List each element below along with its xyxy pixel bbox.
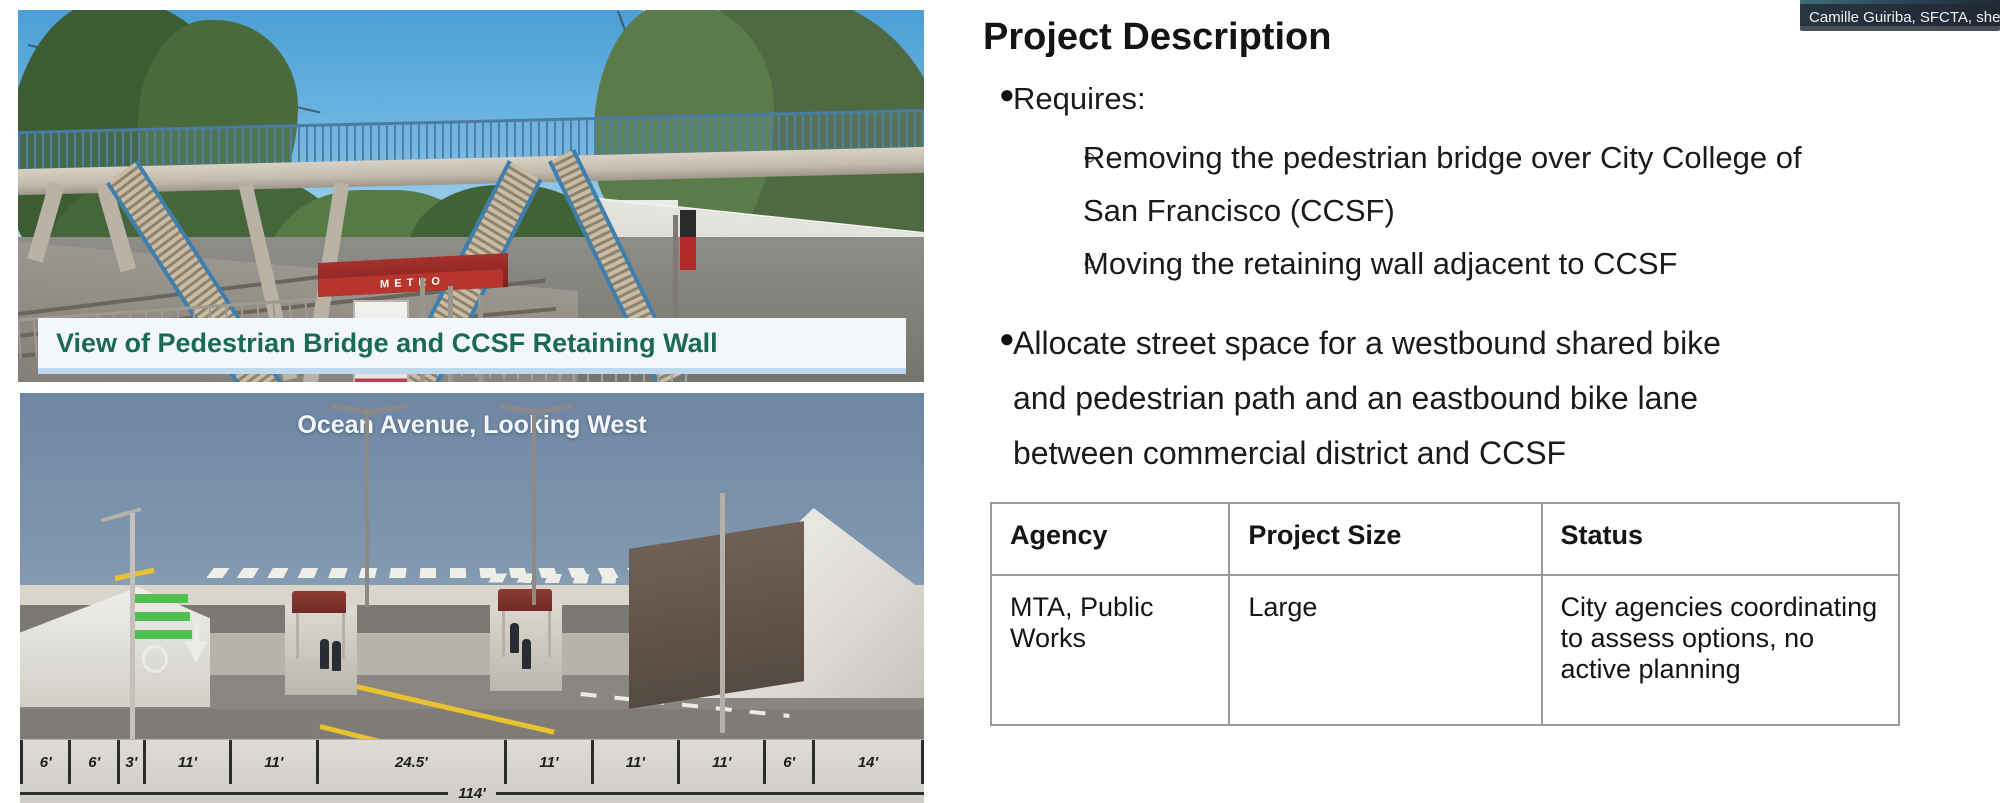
green-bike-marking [134,630,192,639]
slide-canvas: M E T R O View of Pedestrian Bridge and … [0,0,2000,803]
transit-shelter-roof [498,589,552,611]
table-header-row: Agency Project Size Status [989,502,1900,576]
pedestrian-figure [522,639,531,669]
cell-status: City agencies coordinating to assess opt… [1540,574,1900,726]
street-banner [680,210,696,270]
dimension-tick: 6' [71,740,120,784]
sub-bullet-glyph: ○ [1083,252,1096,275]
bullet-glyph: ● [999,323,1015,353]
table-row: MTA, Public Works Large City agencies co… [989,574,1900,726]
table-head: Agency Project Size Status [989,502,1900,576]
dimension-tick: 24.5' [319,740,508,784]
cell-project-size: Large [1228,574,1543,726]
sub-bullet-glyph: ○ [1083,146,1096,169]
direction-arrow-stem [194,623,199,645]
streetlight-pole [532,409,536,605]
column-header-status: Status [1540,502,1900,576]
shelter-post [548,609,551,657]
pedestrian-figure [332,641,341,671]
dimension-tick: 11' [594,740,681,784]
sub-bullet-item: ○ Removing the pedestrian bridge over Ci… [983,131,1983,237]
total-width-label: 114' [458,784,486,802]
total-width-row: 114' [20,783,925,803]
dimension-tick-row: 6' 6' 3' 11' 11' 24.5' 11' 11' 11' 6' 14' [20,740,925,784]
bullet-glyph: ● [999,79,1015,109]
transit-shelter-roof [292,591,346,613]
column-header-agency: Agency [989,502,1231,576]
cross-section-dimension-ruler: 6' 6' 3' 11' 11' 24.5' 11' 11' 11' 6' 14' 114' [20,739,925,803]
pedestrian-figure [510,623,519,653]
page-title: Project Description [983,16,1332,58]
dimension-tick: 6' [766,740,815,784]
green-bike-marking [130,594,188,603]
photo-caption-bar: View of Pedestrian Bridge and CCSF Retai… [38,318,906,374]
right-content-column: Project Description ● Requires: ○ Removi… [968,0,2000,803]
cell-agency: MTA, Public Works [989,574,1231,726]
bullet-item: ● Requires: [983,72,1983,125]
sub-bullet-item: ○ Moving the retaining wall adjacent to … [983,237,1983,290]
bike-lane-symbol [142,645,168,673]
participant-name-badge: Camille Guiriba, SFCTA, she/h [1800,4,2000,31]
streetlight-pole [720,493,725,733]
shelter-post [502,609,505,657]
bullet-text: Requires: [1013,81,1146,116]
dimension-line-left [20,791,449,795]
sub-bullet-text: Moving the retaining wall adjacent to CC… [1083,246,1678,281]
green-bike-marking [132,612,190,621]
shelter-post [342,611,345,659]
dimension-tick: 6' [20,740,72,784]
dimension-tick: 3' [120,740,146,784]
streetlight-arm [100,507,142,523]
rendering-title: Ocean Avenue, Looking West [297,411,647,439]
sub-bullet-list: ○ Removing the pedestrian bridge over Ci… [983,131,1983,290]
column-header-project-size: Project Size [1228,502,1543,576]
project-info-table: Agency Project Size Status MTA, Public W… [989,502,1900,726]
dimension-tick: 11' [507,740,594,784]
bullet-item: ● Allocate street space for a westbound … [983,316,1983,481]
shelter-post [296,611,299,659]
sub-bullet-text: Removing the pedestrian bridge over City… [1083,140,1802,228]
dimension-tick: 11' [680,740,767,784]
dimension-tick: 11' [146,740,233,784]
bullet-text: Allocate street space for a westbound sh… [1013,325,1721,471]
relocated-retaining-wall [629,521,804,709]
streetlight-pole [130,513,135,743]
bullet-list: ● Requires: ○ Removing the pedestrian br… [983,72,1983,487]
table-body: MTA, Public Works Large City agencies co… [989,574,1900,726]
streetlight-pole [365,407,369,607]
dimension-tick: 11' [232,740,319,784]
left-media-column: M E T R O View of Pedestrian Bridge and … [0,0,930,803]
dimension-tick: 14' [815,740,925,784]
dimension-line-right [495,791,925,795]
photo-caption-text: View of Pedestrian Bridge and CCSF Retai… [56,327,718,358]
pedestrian-figure [320,639,329,669]
